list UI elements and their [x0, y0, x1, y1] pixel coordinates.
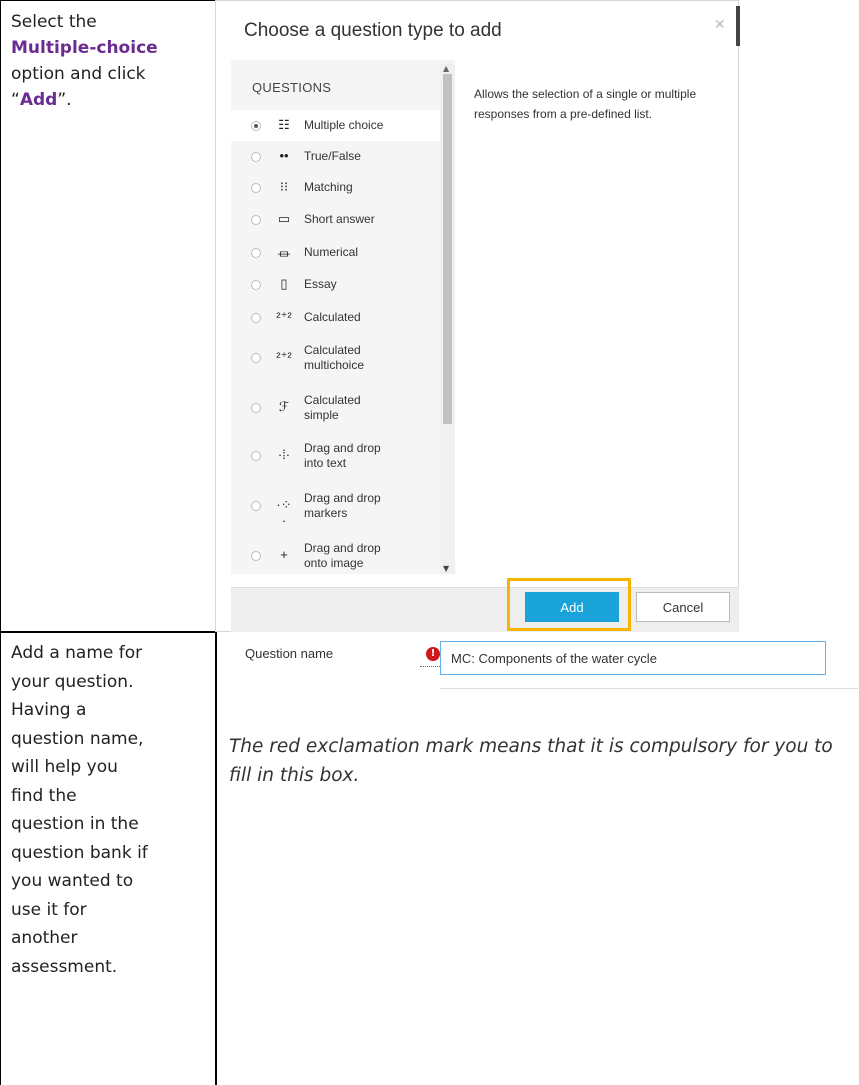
instruction-step1: Select the Multiple-choice option and cl…: [11, 9, 211, 113]
instruction-quote: “: [11, 90, 20, 110]
question-type-item[interactable]: ²⁺² Calculated multichoice: [231, 334, 440, 382]
question-type-label: Drag and drop onto image: [304, 541, 381, 570]
question-type-label: Drag and drop into text: [304, 441, 381, 470]
dialog-title: Choose a question type to add: [244, 20, 502, 41]
close-icon[interactable]: ✕: [714, 17, 726, 33]
question-type-item[interactable]: ·⁞· Drag and drop into text: [231, 432, 440, 480]
question-type-label: True/False: [304, 149, 361, 163]
question-type-item[interactable]: ²⁺² Calculated: [231, 302, 440, 333]
question-type-icon: ⁝⁝: [279, 178, 289, 194]
question-type-icon: ²⁺²: [276, 349, 292, 364]
radio-button[interactable]: [251, 451, 261, 461]
question-type-item[interactable]: ⏛ Numerical: [231, 237, 440, 268]
table-border-left: [0, 0, 1, 1085]
question-name-input[interactable]: [440, 641, 826, 675]
question-type-icon: ℱ: [278, 399, 290, 414]
add-button-highlight: [507, 578, 631, 631]
question-type-item[interactable]: + Drag and drop onto image: [231, 532, 440, 580]
instruction-line: Add a name for: [11, 643, 143, 663]
question-type-label: Essay: [304, 277, 337, 291]
question-type-label: Matching: [304, 180, 353, 194]
question-type-icon: ☷: [278, 116, 290, 132]
radio-button[interactable]: [251, 353, 261, 363]
question-type-description: Allows the selection of a single or mult…: [474, 87, 697, 121]
instruction-line: your question.: [11, 671, 134, 692]
questions-header: QUESTIONS: [252, 80, 332, 95]
instruction-line: question bank if: [11, 842, 148, 863]
radio-button[interactable]: [251, 279, 261, 290]
instruction-line: you wanted to: [11, 871, 134, 891]
radio-button[interactable]: [251, 214, 261, 225]
scroll-up-icon[interactable]: ▲: [443, 64, 449, 73]
cancel-button[interactable]: Cancel: [636, 592, 730, 622]
instruction-line: another: [11, 928, 78, 948]
radio-button[interactable]: [251, 151, 261, 162]
radio-button[interactable]: [251, 182, 261, 193]
instruction-quote: ”.: [57, 90, 72, 110]
radio-button[interactable]: [251, 312, 261, 323]
required-icon: !: [426, 647, 440, 661]
question-type-item[interactable]: ℱ Calculated simple: [231, 384, 440, 432]
radio-button[interactable]: [251, 501, 261, 511]
question-type-item[interactable]: ▯ Essay: [231, 269, 440, 300]
radio-button[interactable]: [251, 551, 261, 561]
instruction-step2: Add a name for your question. Having a ques…: [11, 639, 211, 981]
question-type-label: Multiple choice: [304, 118, 384, 132]
instruction-text: option and click: [11, 64, 146, 84]
table-border-top: [0, 0, 216, 1]
question-type-label: Calculated: [304, 310, 361, 324]
radio-button[interactable]: [251, 247, 261, 258]
instruction-line: question name,: [11, 728, 144, 749]
question-type-label: Short answer: [304, 212, 375, 226]
question-type-item[interactable]: ☷ Multiple choice: [231, 110, 440, 141]
table-border-row: [0, 631, 216, 633]
instruction-highlight: Multiple-choice: [11, 38, 158, 58]
radio-button[interactable]: [251, 120, 261, 131]
instruction-text: Select the: [11, 12, 97, 32]
instruction-line: use it for: [11, 899, 87, 920]
question-name-label: Question name: [245, 646, 334, 661]
instruction-action: Add: [19, 90, 58, 110]
question-type-icon: ·⁞·: [277, 447, 291, 462]
question-type-icon: ⏛: [277, 246, 291, 262]
question-type-icon: ²⁺²: [276, 308, 292, 324]
compulsory-note: The red exclamation mark means that it i…: [229, 736, 833, 786]
question-type-icon: ▯: [280, 275, 288, 291]
instruction-line: Having a: [11, 700, 87, 720]
question-type-label: Numerical: [304, 245, 359, 259]
question-type-item[interactable]: ⁝⁝ Matching: [231, 172, 440, 203]
scroll-thumb[interactable]: [443, 74, 452, 424]
instruction-line: find the: [11, 785, 77, 806]
question-type-label: Calculated multichoice: [304, 343, 365, 372]
question-type-label: Calculated simple: [304, 393, 361, 422]
question-type-label: Drag and drop markers: [304, 491, 381, 520]
scroll-down-icon[interactable]: ▼: [443, 564, 449, 573]
instruction-line: question in the: [11, 814, 139, 834]
instruction-line: will help you: [11, 757, 118, 777]
question-type-item[interactable]: •• True/False: [231, 141, 440, 172]
question-type-icon: ••: [279, 147, 289, 163]
question-type-icon: ▭: [277, 210, 291, 226]
field-divider: [440, 688, 858, 689]
instruction-line: assessment.: [11, 956, 118, 977]
radio-button[interactable]: [251, 403, 261, 413]
question-type-item[interactable]: ·⁘· Drag and drop markers: [231, 482, 440, 530]
question-type-icon: ·⁘·: [276, 497, 292, 528]
background-edge: [736, 6, 740, 46]
question-type-item[interactable]: ▭ Short answer: [231, 204, 440, 235]
question-type-icon: +: [280, 547, 288, 562]
